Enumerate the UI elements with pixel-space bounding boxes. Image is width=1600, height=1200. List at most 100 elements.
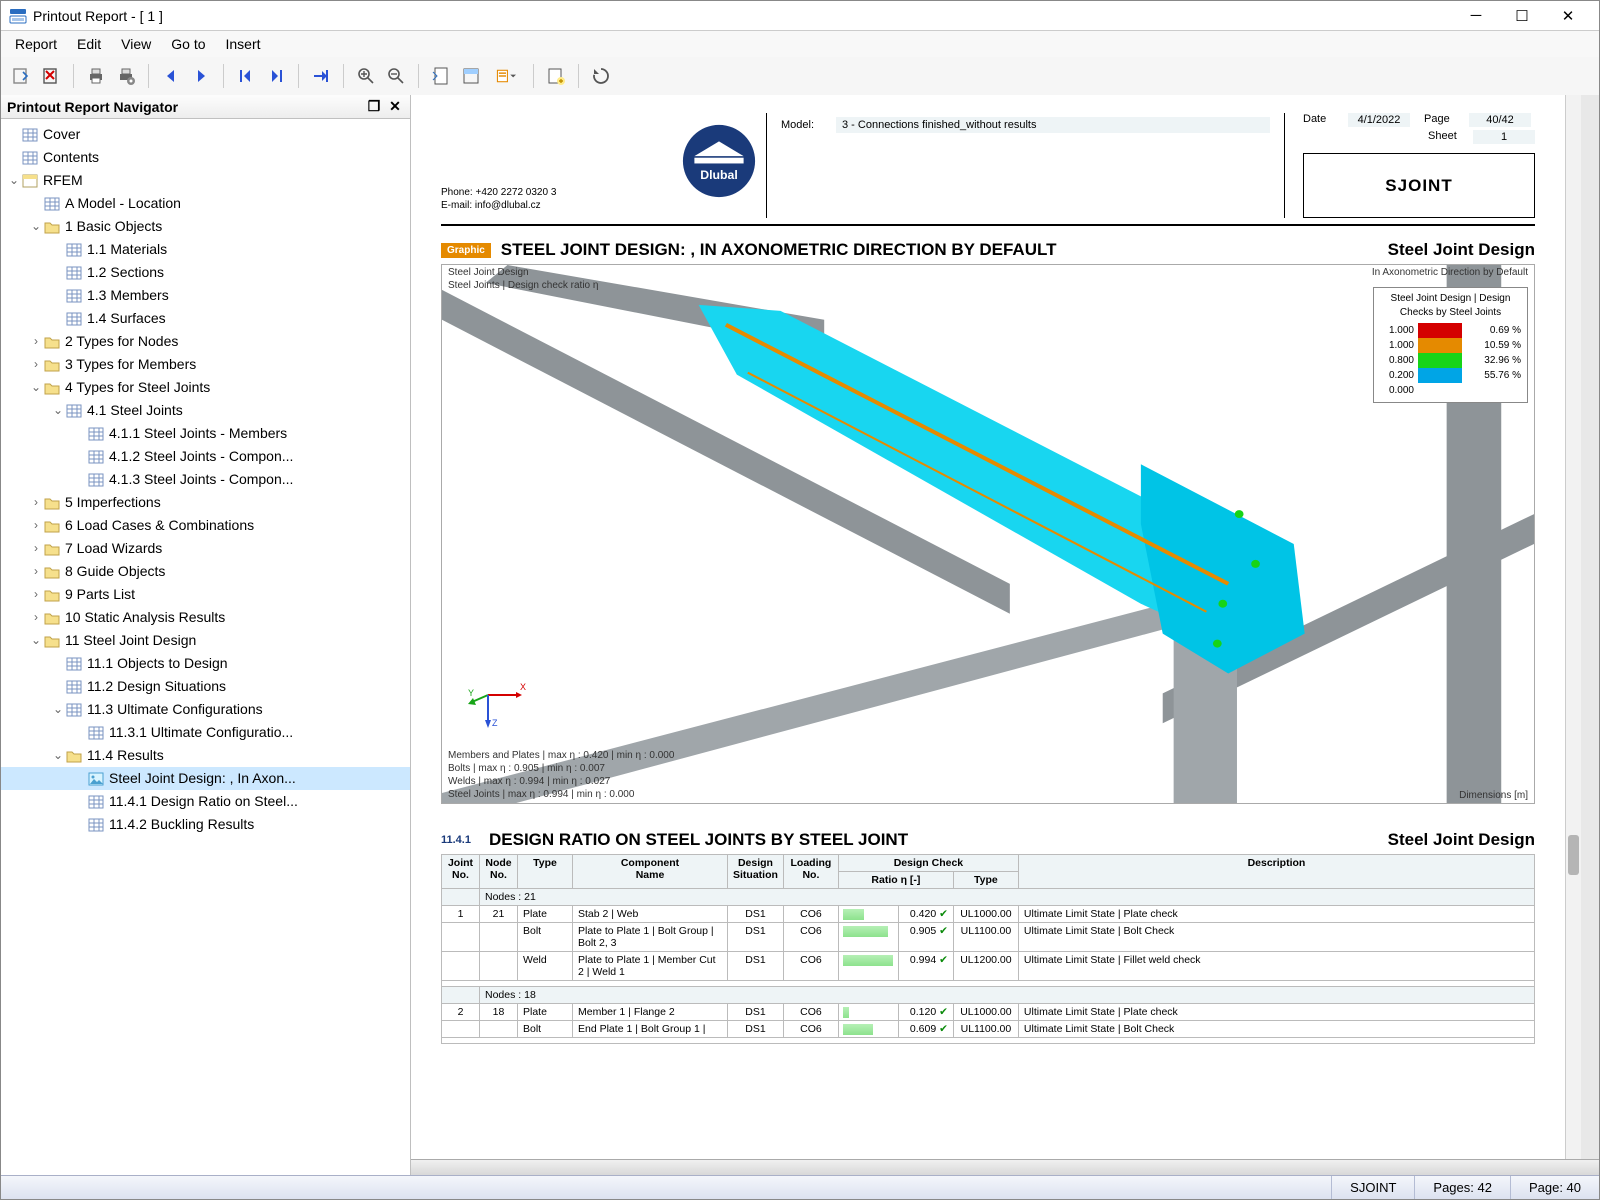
grid-icon bbox=[87, 794, 105, 810]
chevron-right-icon[interactable]: › bbox=[29, 331, 43, 352]
chevron-right-icon[interactable]: › bbox=[29, 515, 43, 536]
grid-icon bbox=[87, 817, 105, 833]
menu-insert[interactable]: Insert bbox=[216, 33, 271, 55]
tree-item[interactable]: ·1.4 Surfaces bbox=[1, 307, 410, 330]
tree-item[interactable]: ·1.3 Members bbox=[1, 284, 410, 307]
tree-item-label: 11.4.2 Buckling Results bbox=[109, 814, 254, 835]
folder-icon bbox=[43, 219, 61, 235]
close-button[interactable]: ✕ bbox=[1545, 1, 1591, 31]
tree-item[interactable]: ⌄11 Steel Joint Design bbox=[1, 629, 410, 652]
tree-item[interactable]: ·4.1.3 Steel Joints - Compon... bbox=[1, 468, 410, 491]
svg-text:Y: Y bbox=[468, 688, 474, 698]
print-settings-icon[interactable] bbox=[112, 62, 140, 90]
tree-item[interactable]: ›10 Static Analysis Results bbox=[1, 606, 410, 629]
tree-item[interactable]: ·1.2 Sections bbox=[1, 261, 410, 284]
tree-item-label: 1.2 Sections bbox=[87, 262, 164, 283]
folder-icon bbox=[43, 564, 61, 580]
navigator-tree[interactable]: ·Cover·Contents⌄RFEM·A Model - Location⌄… bbox=[1, 119, 410, 1175]
tree-item[interactable]: ·11.1 Objects to Design bbox=[1, 652, 410, 675]
vertical-scrollbar[interactable] bbox=[1565, 95, 1581, 1159]
graphic-view: Steel Joint Design Steel Joints | Design… bbox=[441, 264, 1535, 804]
folder-icon bbox=[43, 610, 61, 626]
chevron-right-icon[interactable]: › bbox=[29, 561, 43, 582]
menu-go-to[interactable]: Go to bbox=[161, 33, 215, 55]
menu-view[interactable]: View bbox=[111, 33, 161, 55]
tree-item[interactable]: ·11.4.2 Buckling Results bbox=[1, 813, 410, 836]
tree-item[interactable]: ·Steel Joint Design: , In Axon... bbox=[1, 767, 410, 790]
horizontal-scrollbar[interactable] bbox=[411, 1159, 1599, 1175]
tree-item[interactable]: ›8 Guide Objects bbox=[1, 560, 410, 583]
tree-item[interactable]: ›7 Load Wizards bbox=[1, 537, 410, 560]
tree-item[interactable]: ⌄1 Basic Objects bbox=[1, 215, 410, 238]
zoom-out-icon[interactable] bbox=[382, 62, 410, 90]
folder-icon bbox=[43, 495, 61, 511]
tree-item-label: 11.3.1 Ultimate Configuratio... bbox=[109, 722, 293, 743]
highlight-icon[interactable] bbox=[487, 62, 525, 90]
tree-item[interactable]: ·1.1 Materials bbox=[1, 238, 410, 261]
delete-page-icon[interactable] bbox=[37, 62, 65, 90]
tree-item[interactable]: ·Cover bbox=[1, 123, 410, 146]
tree-item[interactable]: ›2 Types for Nodes bbox=[1, 330, 410, 353]
toolbar-separator bbox=[533, 64, 534, 88]
section-1-title: STEEL JOINT DESIGN: , IN AXONOMETRIC DIR… bbox=[501, 240, 1057, 260]
tree-item[interactable]: ⌄11.3 Ultimate Configurations bbox=[1, 698, 410, 721]
nav-last-icon[interactable] bbox=[262, 62, 290, 90]
tree-item[interactable]: ⌄4 Types for Steel Joints bbox=[1, 376, 410, 399]
chevron-down-icon[interactable]: ⌄ bbox=[29, 377, 43, 398]
tree-item[interactable]: ·11.2 Design Situations bbox=[1, 675, 410, 698]
folder-icon bbox=[65, 748, 83, 764]
tree-item[interactable]: ·11.3.1 Ultimate Configuratio... bbox=[1, 721, 410, 744]
grid-icon bbox=[43, 196, 61, 212]
export-icon[interactable] bbox=[7, 62, 35, 90]
tree-item-label: RFEM bbox=[43, 170, 83, 191]
app-window: Printout Report - [ 1 ] ─ ☐ ✕ ReportEdit… bbox=[0, 0, 1600, 1200]
tree-item[interactable]: ·Contents bbox=[1, 146, 410, 169]
chevron-down-icon[interactable]: ⌄ bbox=[51, 400, 65, 421]
tree-item[interactable]: ⌄4.1 Steel Joints bbox=[1, 399, 410, 422]
report-page: Phone: +420 2272 0320 3 E-mail: info@dlu… bbox=[411, 95, 1565, 1159]
print-icon[interactable] bbox=[82, 62, 110, 90]
refresh-icon[interactable] bbox=[587, 62, 615, 90]
tree-item[interactable]: ·4.1.2 Steel Joints - Compon... bbox=[1, 445, 410, 468]
menu-report[interactable]: Report bbox=[5, 33, 67, 55]
tree-item-label: 11.2 Design Situations bbox=[87, 676, 226, 697]
tree-item[interactable]: ›3 Types for Members bbox=[1, 353, 410, 376]
chevron-down-icon[interactable]: ⌄ bbox=[7, 170, 21, 191]
page-icon[interactable] bbox=[427, 62, 455, 90]
zoom-in-icon[interactable] bbox=[352, 62, 380, 90]
grid-icon bbox=[87, 472, 105, 488]
menu-edit[interactable]: Edit bbox=[67, 33, 111, 55]
tree-item[interactable]: ·A Model - Location bbox=[1, 192, 410, 215]
undock-icon[interactable]: ❐ bbox=[365, 98, 383, 116]
chevron-right-icon[interactable]: › bbox=[29, 607, 43, 628]
nav-next-icon[interactable] bbox=[187, 62, 215, 90]
close-panel-icon[interactable]: ✕ bbox=[386, 98, 404, 116]
selection-icon[interactable] bbox=[457, 62, 485, 90]
tree-item[interactable]: ⌄ RFEM bbox=[1, 169, 410, 192]
chevron-right-icon[interactable]: › bbox=[29, 538, 43, 559]
navigator-panel: Printout Report Navigator ❐ ✕ ·Cover·Con… bbox=[1, 95, 411, 1175]
tree-item[interactable]: ⌄11.4 Results bbox=[1, 744, 410, 767]
chevron-down-icon[interactable]: ⌄ bbox=[51, 699, 65, 720]
chevron-down-icon[interactable]: ⌄ bbox=[51, 745, 65, 766]
goto-page-icon[interactable] bbox=[307, 62, 335, 90]
tree-item[interactable]: ·11.4.1 Design Ratio on Steel... bbox=[1, 790, 410, 813]
chevron-right-icon[interactable]: › bbox=[29, 354, 43, 375]
chevron-down-icon[interactable]: ⌄ bbox=[29, 216, 43, 237]
minimize-button[interactable]: ─ bbox=[1453, 1, 1499, 31]
nav-prev-icon[interactable] bbox=[157, 62, 185, 90]
tree-item[interactable]: ›9 Parts List bbox=[1, 583, 410, 606]
tree-item-label: 1.1 Materials bbox=[87, 239, 167, 260]
chevron-down-icon[interactable]: ⌄ bbox=[29, 630, 43, 651]
tree-item-label: Contents bbox=[43, 147, 99, 168]
grid-icon bbox=[87, 725, 105, 741]
tree-item[interactable]: ›5 Imperfections bbox=[1, 491, 410, 514]
tree-item[interactable]: ›6 Load Cases & Combinations bbox=[1, 514, 410, 537]
new-page-icon[interactable] bbox=[542, 62, 570, 90]
model-value: 3 - Connections finished_without results bbox=[836, 117, 1270, 133]
tree-item[interactable]: ·4.1.1 Steel Joints - Members bbox=[1, 422, 410, 445]
chevron-right-icon[interactable]: › bbox=[29, 584, 43, 605]
maximize-button[interactable]: ☐ bbox=[1499, 1, 1545, 31]
chevron-right-icon[interactable]: › bbox=[29, 492, 43, 513]
nav-first-icon[interactable] bbox=[232, 62, 260, 90]
